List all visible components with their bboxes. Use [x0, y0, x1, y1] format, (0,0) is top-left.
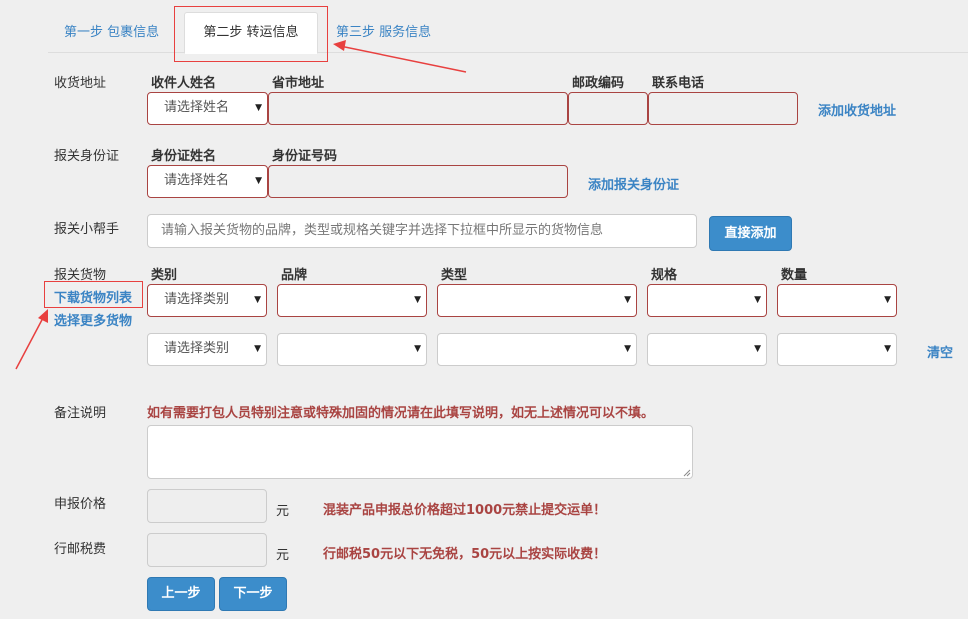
goods-row-1-brand-select[interactable]: ▼: [277, 284, 427, 317]
postal-tax-unit: 元: [276, 548, 290, 563]
spec-header: 规格: [651, 268, 678, 283]
chevron-down-icon: ▼: [884, 344, 891, 354]
phone-header: 联系电话: [652, 76, 705, 91]
annotation-arrow-line-2: [15, 315, 45, 370]
chevron-down-icon: ▼: [255, 103, 262, 113]
type-header: 类型: [441, 268, 468, 283]
goods-row-2-category-select[interactable]: 请选择类别 ▼: [147, 333, 267, 366]
remark-hint: 如有需要打包人员特别注意或特殊加固的情况请在此填写说明，如无上述情况可以不填。: [147, 406, 655, 421]
chevron-down-icon: ▼: [254, 344, 261, 354]
prev-step-button[interactable]: 上一步: [147, 577, 215, 611]
category-header: 类别: [151, 268, 178, 283]
helper-search-input[interactable]: 请输入报关货物的品牌，类型或规格关键字并选择下拉框中所显示的货物信息: [147, 214, 697, 248]
annotation-arrow-line-1: [339, 45, 467, 73]
postal-tax-input[interactable]: [147, 533, 267, 567]
remark-label: 备注说明: [54, 406, 107, 421]
chevron-down-icon: ▼: [624, 295, 631, 305]
region-input[interactable]: [268, 92, 568, 125]
recipient-name-header: 收件人姓名: [151, 76, 217, 91]
address-label: 收货地址: [54, 76, 107, 91]
idcard-number-input[interactable]: [268, 165, 568, 198]
helper-label: 报关小帮手: [54, 222, 120, 237]
declared-price-unit: 元: [276, 504, 290, 519]
annotation-arrow-head-2: [38, 309, 48, 323]
idcard-name-select[interactable]: 请选择姓名 ▼: [147, 165, 268, 198]
idcard-name-header: 身份证姓名: [151, 149, 217, 164]
chevron-down-icon: ▼: [754, 295, 761, 305]
select-more-goods-link[interactable]: 选择更多货物: [54, 310, 132, 329]
declared-price-label: 申报价格: [54, 497, 107, 512]
goods-row-1-category-select[interactable]: 请选择类别 ▼: [147, 284, 267, 317]
goods-row-2-brand-select[interactable]: ▼: [277, 333, 427, 366]
idcard-name-select-value: 请选择姓名: [164, 173, 230, 188]
postal-tax-warning: 行邮税50元以下无免税，50元以上按实际收费！: [323, 547, 607, 562]
goods-row-2-category-value: 请选择类别: [164, 341, 230, 356]
postcode-input[interactable]: [568, 92, 648, 125]
chevron-down-icon: ▼: [414, 344, 421, 354]
idcard-label: 报关身份证: [54, 149, 120, 164]
idcard-number-header: 身份证号码: [272, 149, 338, 164]
clear-goods-link[interactable]: 清空: [927, 342, 953, 361]
goods-row-2-spec-select[interactable]: ▼: [647, 333, 767, 366]
chevron-down-icon: ▼: [414, 295, 421, 305]
add-idcard-link[interactable]: 添加报关身份证: [588, 174, 679, 193]
next-step-button[interactable]: 下一步: [219, 577, 287, 611]
goods-row-1-category-value: 请选择类别: [164, 292, 230, 307]
chevron-down-icon: ▼: [255, 176, 262, 186]
annotation-arrow-head-1: [333, 40, 346, 51]
chevron-down-icon: ▼: [754, 344, 761, 354]
download-goods-list-link[interactable]: 下载货物列表: [54, 287, 132, 306]
helper-search-placeholder: 请输入报关货物的品牌，类型或规格关键字并选择下拉框中所显示的货物信息: [161, 223, 604, 238]
recipient-name-select-value: 请选择姓名: [164, 100, 230, 115]
chevron-down-icon: ▼: [254, 295, 261, 305]
resize-handle-icon[interactable]: [683, 469, 691, 477]
declared-price-warning: 混装产品申报总价格超过1000元禁止提交运单！: [323, 503, 607, 518]
remark-textarea[interactable]: [147, 425, 693, 479]
recipient-name-select[interactable]: 请选择姓名 ▼: [147, 92, 268, 125]
brand-header: 品牌: [281, 268, 308, 283]
goods-row-1-qty-select[interactable]: ▼: [777, 284, 897, 317]
goods-row-1-spec-select[interactable]: ▼: [647, 284, 767, 317]
direct-add-button[interactable]: 直接添加: [709, 216, 792, 251]
phone-input[interactable]: [648, 92, 798, 125]
goods-row-2-qty-select[interactable]: ▼: [777, 333, 897, 366]
region-header: 省市地址: [272, 76, 325, 91]
declared-price-input[interactable]: [147, 489, 267, 523]
goods-row-2-type-select[interactable]: ▼: [437, 333, 637, 366]
chevron-down-icon: ▼: [884, 295, 891, 305]
qty-header: 数量: [781, 268, 808, 283]
postal-tax-label: 行邮税费: [54, 542, 107, 557]
postcode-header: 邮政编码: [572, 76, 625, 91]
goods-row-1-type-select[interactable]: ▼: [437, 284, 637, 317]
add-address-link[interactable]: 添加收货地址: [818, 100, 896, 119]
chevron-down-icon: ▼: [624, 344, 631, 354]
